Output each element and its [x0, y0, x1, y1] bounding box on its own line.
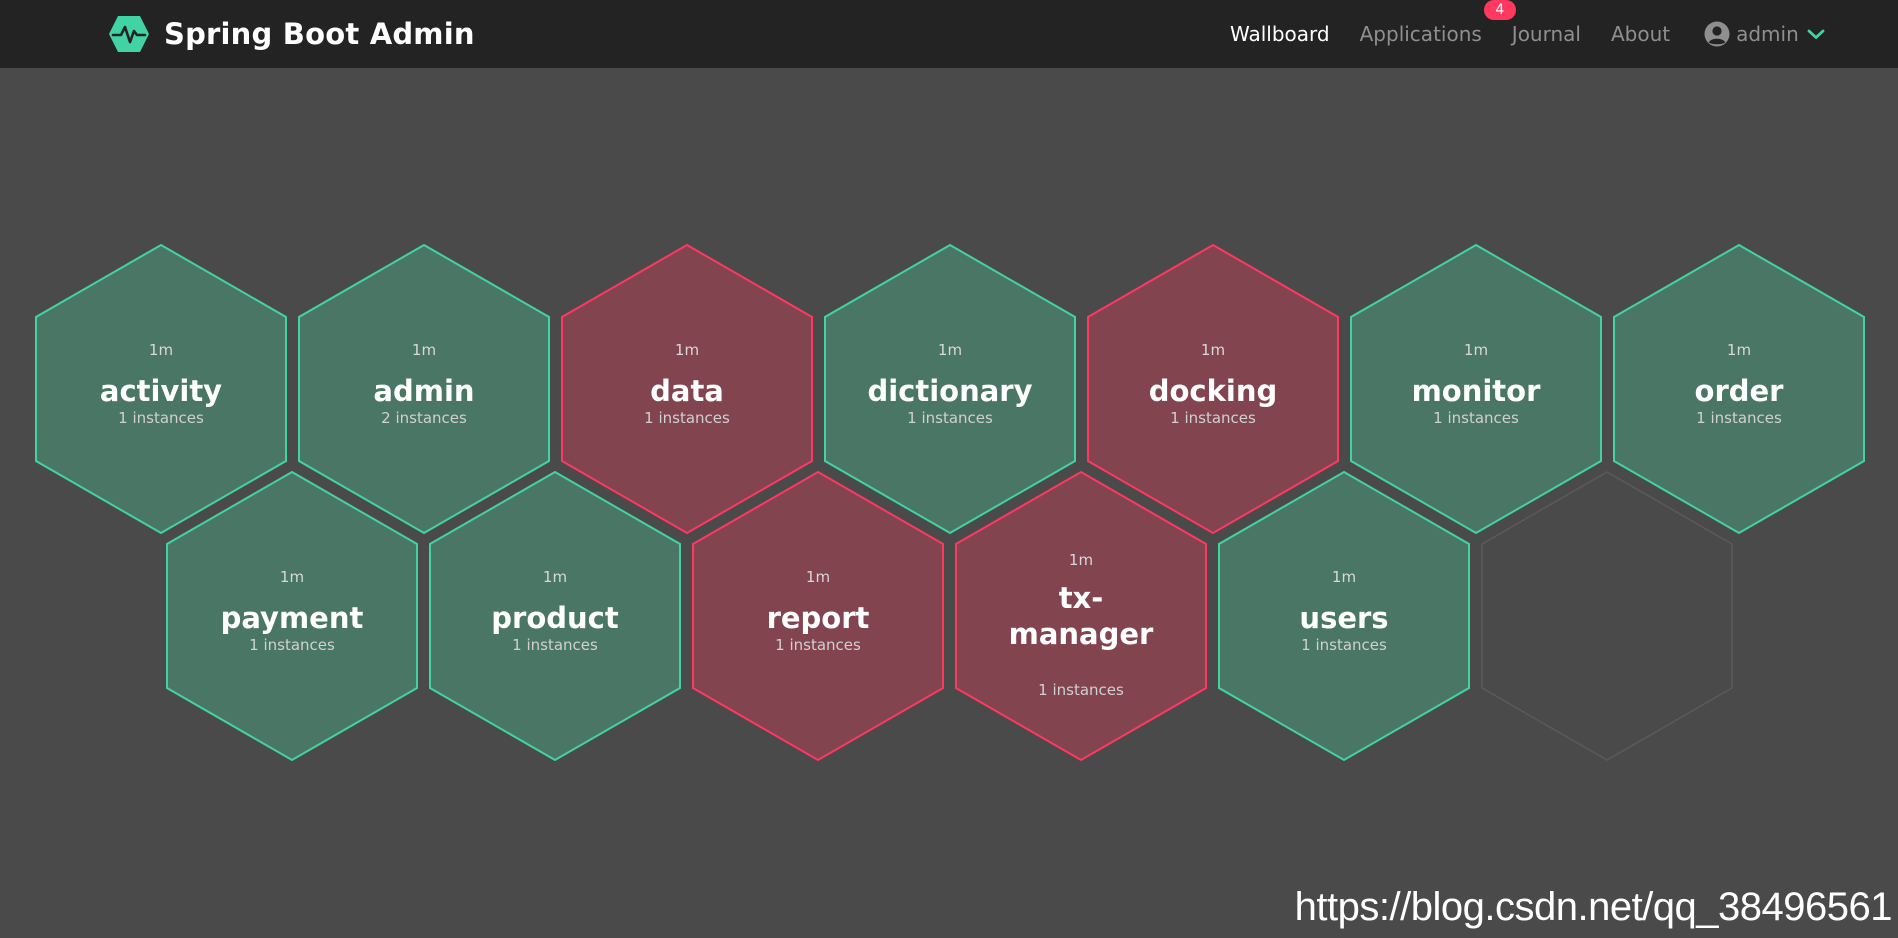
application-tile-dictionary[interactable]: 1m dictionary1 instances	[824, 243, 1076, 535]
wallboard-grid: 1mactivity1 instances1madmin2 instances1…	[35, 243, 1865, 762]
application-tile-docking[interactable]: 1m docking1 instances	[1087, 243, 1339, 535]
application-tile-report[interactable]: 1m report1 instances	[692, 470, 944, 762]
tile-name: docking	[1149, 374, 1278, 408]
tile-age: 1m	[149, 341, 173, 359]
application-tile-order[interactable]: 1m order1 instances	[1613, 243, 1865, 535]
tile-age: 1m	[543, 568, 567, 586]
application-tile-payment[interactable]: 1m payment1 instances	[166, 470, 418, 762]
tile-instances: 1 instances	[1696, 409, 1782, 427]
tile-instances: 1 instances	[907, 409, 993, 427]
application-tile-data[interactable]: 1m data1 instances	[561, 243, 813, 535]
tile-instances: 1 instances	[1301, 636, 1387, 654]
tile-instances: 1 instances	[1170, 409, 1256, 427]
tile-age: 1m	[675, 341, 699, 359]
tile-age: 1m	[1332, 568, 1356, 586]
tile-name: dictionary	[867, 374, 1032, 408]
tile-age: 1m	[280, 568, 304, 586]
application-tile-users[interactable]: 1m users1 instances	[1218, 470, 1470, 762]
tile-instances: 1 instances	[249, 636, 335, 654]
tile-name: users	[1299, 601, 1388, 635]
tile-instances: 2 instances	[381, 409, 467, 427]
tile-age: 1m	[938, 341, 962, 359]
tile-name: payment	[221, 601, 364, 635]
tile-name: admin	[373, 374, 474, 408]
tile-instances: 1 instances	[644, 409, 730, 427]
application-tile-monitor[interactable]: 1m monitor1 instances	[1350, 243, 1602, 535]
application-tile-product[interactable]: 1m product1 instances	[429, 470, 681, 762]
tile-age: 1m	[1727, 341, 1751, 359]
tile-age: 1m	[1464, 341, 1488, 359]
tile-name: data	[650, 374, 724, 408]
tile-instances: 1 instances	[1433, 409, 1519, 427]
tile-name: report	[767, 601, 870, 635]
watermark-url: https://blog.csdn.net/qq_38496561	[1294, 885, 1893, 929]
tile-age: 1m	[1201, 341, 1225, 359]
tile-name: tx-	[1059, 581, 1104, 615]
tile-age: 1m	[412, 341, 436, 359]
empty-hexagon-placeholder	[1481, 471, 1733, 761]
tile-name: activity	[100, 374, 222, 408]
application-tile-activity[interactable]: 1m activity1 instances	[35, 243, 287, 535]
tile-instances: 1 instances	[512, 636, 598, 654]
hexagon-down	[955, 470, 1207, 762]
tile-instances: 1 instances	[1038, 681, 1124, 699]
tile-name: monitor	[1412, 374, 1542, 408]
application-tile-tx-manager[interactable]: 1m tx-manager 1 instances	[955, 470, 1207, 762]
tile-name: order	[1695, 374, 1785, 408]
tile-name: manager	[1009, 617, 1154, 651]
tile-instances: 1 instances	[775, 636, 861, 654]
tile-age: 1m	[806, 568, 830, 586]
tile-age: 1m	[1069, 551, 1093, 569]
application-tile-admin[interactable]: 1m admin2 instances	[298, 243, 550, 535]
tile-instances: 1 instances	[118, 409, 204, 427]
tile-name: product	[491, 601, 619, 635]
